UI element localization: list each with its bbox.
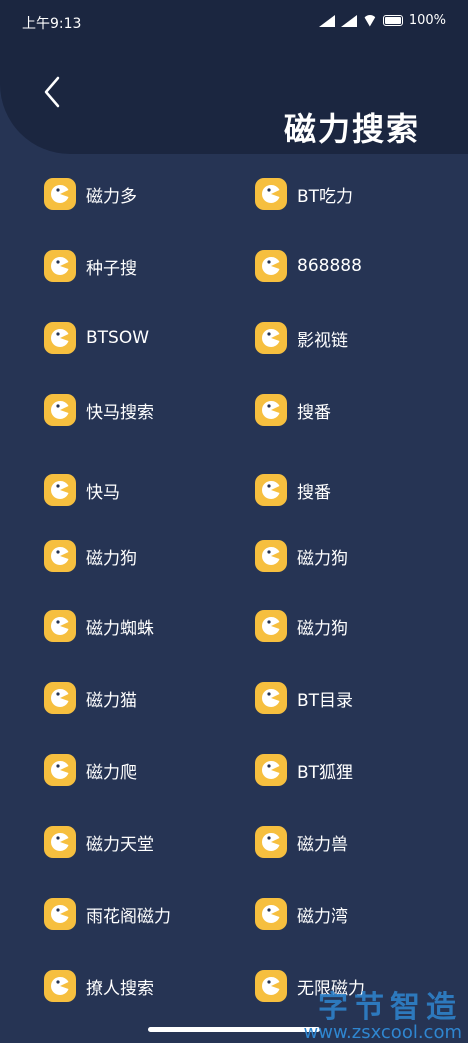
- engine-item[interactable]: BT狐狸: [255, 752, 353, 788]
- engine-item-label: BT狐狸: [297, 762, 354, 783]
- engine-item-label: BTSOW: [86, 328, 150, 348]
- header: 磁力搜索: [0, 44, 468, 154]
- pacman-icon: [44, 970, 76, 1002]
- engine-item-label: 磁力湾: [297, 906, 348, 927]
- engine-item-label: BT目录: [297, 690, 354, 711]
- pacman-icon: [44, 178, 76, 210]
- engine-item-label: 磁力蜘蛛: [86, 618, 154, 639]
- pacman-icon: [255, 540, 287, 572]
- engine-item[interactable]: 磁力蜘蛛: [44, 608, 154, 644]
- pacman-icon: [44, 250, 76, 282]
- pacman-icon: [255, 754, 287, 786]
- engine-item[interactable]: 快马搜索: [44, 392, 154, 428]
- engine-item[interactable]: 撩人搜索: [44, 968, 154, 1004]
- engine-item-label: 磁力猫: [86, 690, 137, 711]
- pacman-icon: [255, 178, 287, 210]
- engine-item[interactable]: BT目录: [255, 680, 353, 716]
- watermark: 字节智造 www.zsxcool.com: [304, 982, 462, 1043]
- pacman-icon: [255, 898, 287, 930]
- pacman-icon: [255, 682, 287, 714]
- engine-item-label: 搜番: [297, 482, 331, 503]
- engine-item[interactable]: 磁力多: [44, 176, 137, 212]
- pacman-icon: [255, 322, 287, 354]
- pacman-icon: [44, 322, 76, 354]
- status-bar: 上午9:13 100%: [0, 0, 468, 44]
- engine-item[interactable]: 雨花阁磁力: [44, 896, 171, 932]
- engine-item-label: 磁力爬: [86, 762, 137, 783]
- pacman-icon: [44, 474, 76, 506]
- wifi-icon: [362, 14, 377, 27]
- engine-item[interactable]: 磁力爬: [44, 752, 137, 788]
- engine-item[interactable]: 磁力兽: [255, 824, 348, 860]
- pacman-icon: [44, 610, 76, 642]
- engine-item[interactable]: 磁力狗: [44, 538, 137, 574]
- engine-item[interactable]: 磁力湾: [255, 896, 348, 932]
- chevron-left-icon: [44, 76, 60, 108]
- engine-item[interactable]: 搜番: [255, 472, 331, 508]
- back-button[interactable]: [38, 72, 68, 112]
- engine-item-label: 快马: [86, 482, 120, 503]
- engine-item-label: BT吃力: [297, 186, 354, 207]
- pacman-icon: [44, 394, 76, 426]
- pacman-icon: [255, 610, 287, 642]
- signal-icon-2: [340, 14, 357, 27]
- pacman-icon: [44, 682, 76, 714]
- engine-item-label: 快马搜索: [86, 402, 154, 423]
- engine-item-label: 影视链: [297, 330, 348, 351]
- engine-item[interactable]: 磁力狗: [255, 538, 348, 574]
- engine-item-label: 磁力兽: [297, 834, 348, 855]
- engine-item-label: 搜番: [297, 402, 331, 423]
- battery-icon: [382, 15, 403, 26]
- engine-item[interactable]: 搜番: [255, 392, 331, 428]
- watermark-text: 字节智造: [318, 990, 462, 1025]
- signal-icon: [318, 14, 335, 27]
- pacman-icon: [255, 826, 287, 858]
- engine-item-label: 磁力狗: [297, 618, 348, 639]
- pacman-icon: [44, 754, 76, 786]
- engine-item-label: 磁力天堂: [86, 834, 154, 855]
- pacman-icon: [255, 250, 287, 282]
- engine-item[interactable]: BT吃力: [255, 176, 353, 212]
- engine-item-label: 磁力狗: [297, 548, 348, 569]
- engine-item-label: 种子搜: [86, 258, 137, 279]
- engine-item[interactable]: 磁力猫: [44, 680, 137, 716]
- page-title: 磁力搜索: [283, 110, 420, 148]
- pacman-icon: [44, 898, 76, 930]
- engine-item[interactable]: 影视链: [255, 320, 348, 356]
- pacman-icon: [44, 540, 76, 572]
- engine-item-label: 雨花阁磁力: [86, 906, 171, 927]
- pacman-icon: [44, 826, 76, 858]
- engine-item[interactable]: BTSOW: [44, 320, 149, 356]
- status-icons: 100%: [318, 13, 446, 28]
- engine-item-label: 撩人搜索: [86, 978, 154, 999]
- pacman-icon: [255, 970, 287, 1002]
- engine-item[interactable]: 种子搜: [44, 248, 137, 284]
- engine-item[interactable]: 快马: [44, 472, 120, 508]
- engine-item[interactable]: 868888: [255, 248, 362, 284]
- engine-item-label: 磁力多: [86, 186, 137, 207]
- status-time: 上午9:13: [22, 16, 82, 32]
- battery-text: 100%: [408, 13, 446, 28]
- engine-item[interactable]: 磁力狗: [255, 608, 348, 644]
- pacman-icon: [255, 394, 287, 426]
- home-indicator[interactable]: [148, 1027, 320, 1032]
- pacman-icon: [255, 474, 287, 506]
- engine-item[interactable]: 磁力天堂: [44, 824, 154, 860]
- engine-item-label: 磁力狗: [86, 548, 137, 569]
- engine-item-label: 868888: [297, 256, 362, 276]
